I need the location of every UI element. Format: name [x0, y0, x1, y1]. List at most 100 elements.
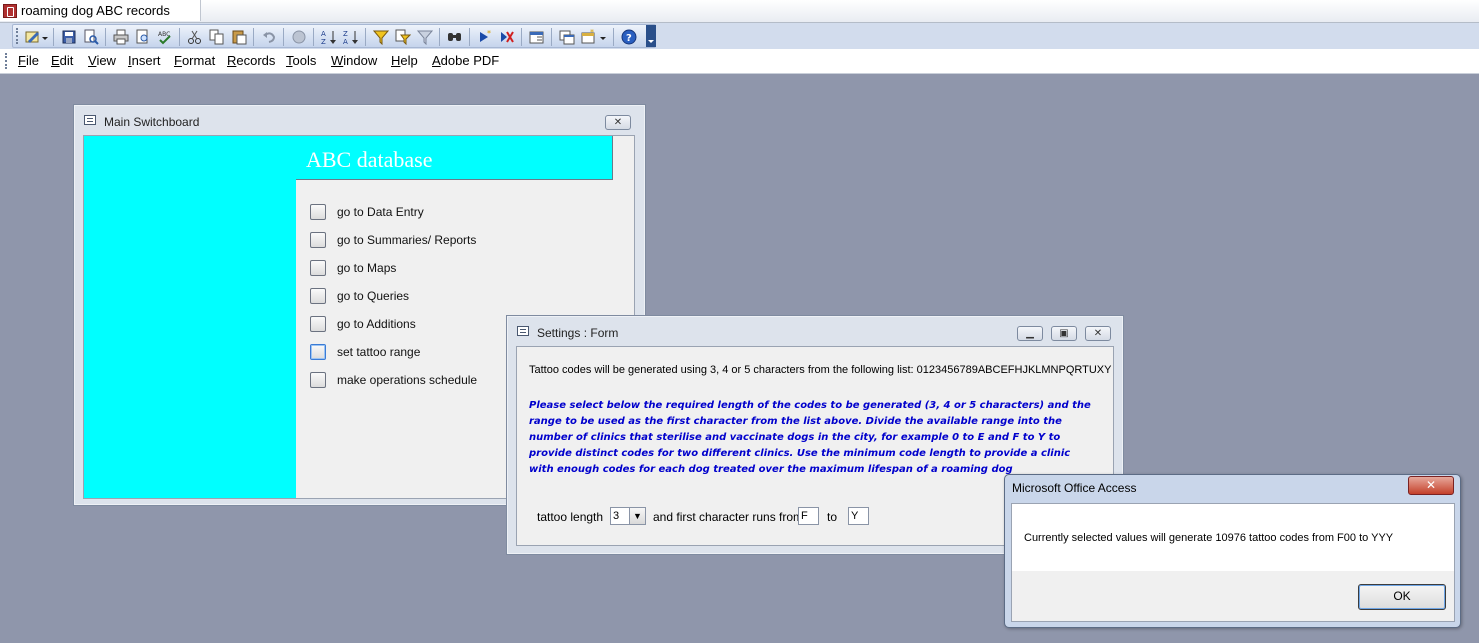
database-window-icon[interactable] [559, 29, 575, 45]
additions-label[interactable]: go to Additions [337, 317, 416, 331]
operations-schedule-label[interactable]: make operations schedule [337, 373, 477, 387]
menu-view[interactable]: View [88, 53, 116, 68]
hyperlink-icon[interactable] [291, 29, 307, 45]
new-object-icon[interactable]: * [581, 28, 597, 45]
chevron-down-icon[interactable]: ▼ [629, 508, 645, 524]
help-icon[interactable]: ? [621, 29, 637, 45]
operations-schedule-button[interactable] [310, 372, 326, 388]
filter-by-form-icon[interactable] [395, 29, 412, 46]
svg-text:A: A [343, 38, 348, 45]
apply-filter-icon[interactable] [416, 29, 434, 46]
menu-records[interactable]: Records [227, 53, 275, 68]
minimize-button[interactable]: ▁ [1017, 326, 1043, 341]
new-object-dropdown-icon[interactable] [599, 29, 607, 45]
dialog-title: Microsoft Office Access [1012, 481, 1137, 495]
toolbar-separator [179, 28, 180, 46]
menu-help[interactable]: Help [391, 53, 418, 68]
delete-record-icon[interactable] [499, 29, 515, 45]
menu-bar: File Edit View Insert Format Records Too… [0, 49, 1479, 74]
filter-by-selection-icon[interactable] [372, 29, 390, 46]
tattoo-codes-intro: Tattoo codes will be generated using 3, … [529, 364, 1112, 376]
toolbar-separator [521, 28, 522, 46]
range-to-input[interactable]: Y [848, 507, 869, 525]
standard-toolbar: ABC AZ ZA * * ? [12, 24, 656, 48]
set-tattoo-range-label[interactable]: set tattoo range [337, 345, 420, 359]
window-title: roaming dog ABC records [21, 3, 170, 18]
svg-text:Z: Z [343, 30, 348, 38]
menu-adobe-pdf[interactable]: Adobe PDF [432, 53, 499, 68]
tattoo-length-value: 3 [613, 510, 620, 522]
summaries-reports-label[interactable]: go to Summaries/ Reports [337, 233, 476, 247]
menu-tools[interactable]: Tools [286, 53, 316, 68]
dialog-close-button[interactable]: ✕ [1408, 476, 1454, 495]
dialog-message: Currently selected values will generate … [1024, 532, 1394, 544]
form-icon [84, 115, 96, 125]
design-view-dropdown-icon[interactable] [41, 29, 49, 45]
sort-ascending-icon[interactable]: AZ [321, 29, 337, 46]
spelling-icon[interactable]: ABC [157, 29, 173, 45]
new-record-icon[interactable]: * [477, 29, 493, 45]
restore-button[interactable]: ▣ [1051, 326, 1077, 341]
tattoo-instructions: Please select below the required length … [529, 400, 1091, 475]
set-tattoo-range-button[interactable] [310, 344, 326, 360]
access-app-icon [3, 4, 17, 18]
menu-format[interactable]: Format [174, 53, 215, 68]
copy-icon[interactable] [209, 29, 225, 45]
print-icon[interactable] [113, 29, 129, 45]
svg-text:*: * [590, 29, 594, 37]
menubar-grip-icon[interactable] [5, 53, 10, 69]
form-icon [517, 326, 529, 336]
range-to-label: to [827, 510, 838, 524]
summaries-reports-button[interactable] [310, 232, 326, 248]
additions-button[interactable] [310, 316, 326, 332]
sort-descending-icon[interactable]: ZA [343, 29, 359, 46]
range-from-input[interactable]: F [798, 507, 819, 525]
svg-text:Z: Z [321, 38, 326, 45]
toolbar-separator [469, 28, 470, 46]
paste-icon[interactable] [231, 29, 247, 45]
menu-file[interactable]: File [18, 53, 39, 68]
tattoo-length-combo[interactable]: 3 ▼ [610, 507, 646, 525]
app-title-bar: roaming dog ABC records [0, 0, 1479, 23]
data-entry-label[interactable]: go to Data Entry [337, 205, 424, 219]
switchboard-heading: ABC database [306, 147, 433, 172]
undo-icon[interactable] [261, 29, 277, 45]
dialog-message-panel: Currently selected values will generate … [1012, 504, 1454, 571]
properties-icon[interactable] [529, 29, 545, 45]
access-message-dialog: Microsoft Office Access ✕ Currently sele… [1004, 474, 1461, 628]
ok-button[interactable]: OK [1358, 584, 1446, 610]
toolbar: ABC AZ ZA * * ? [0, 23, 1479, 49]
svg-text:*: * [487, 29, 491, 38]
menu-insert[interactable]: Insert [128, 53, 161, 68]
svg-text:A: A [321, 30, 326, 38]
toolbar-separator [253, 28, 254, 46]
dialog-body: Currently selected values will generate … [1011, 503, 1455, 622]
save-icon[interactable] [61, 29, 77, 45]
queries-button[interactable] [310, 288, 326, 304]
toolbar-options-icon[interactable] [646, 25, 656, 47]
toolbar-grip-icon[interactable] [16, 28, 21, 44]
switchboard-title: Main Switchboard [104, 115, 200, 129]
toolbar-separator [613, 28, 614, 46]
queries-label[interactable]: go to Queries [337, 289, 409, 303]
window-title-tab[interactable]: roaming dog ABC records [0, 0, 201, 21]
design-view-icon[interactable] [25, 29, 41, 45]
print-preview-icon[interactable] [135, 29, 151, 45]
maps-button[interactable] [310, 260, 326, 276]
toolbar-separator [105, 28, 106, 46]
toolbar-separator [551, 28, 552, 46]
find-icon[interactable] [447, 29, 463, 45]
svg-text:?: ? [626, 33, 632, 44]
maps-label[interactable]: go to Maps [337, 261, 396, 275]
file-search-icon[interactable] [83, 29, 99, 45]
switchboard-close-button[interactable]: ✕ [605, 115, 631, 130]
data-entry-button[interactable] [310, 204, 326, 220]
toolbar-separator [313, 28, 314, 46]
menu-window[interactable]: Window [331, 53, 377, 68]
cut-icon[interactable] [187, 29, 203, 45]
settings-close-button[interactable]: ✕ [1085, 326, 1111, 341]
toolbar-separator [439, 28, 440, 46]
tattoo-length-label: tattoo length [537, 510, 604, 524]
menu-edit[interactable]: Edit [51, 53, 73, 68]
range-from-label: and first character runs from [653, 510, 804, 524]
